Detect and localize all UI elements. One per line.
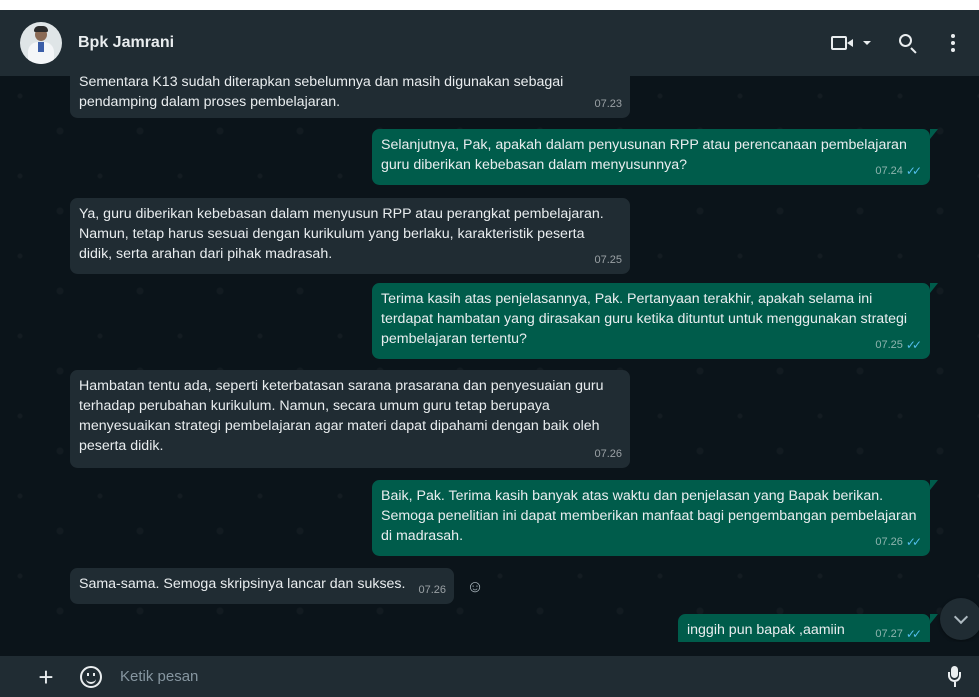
read-receipt-icon: ✓✓ bbox=[905, 338, 922, 352]
message-text: Sementara K13 sudah diterapkan sebelumny… bbox=[79, 76, 564, 110]
chevron-down-icon bbox=[953, 609, 969, 624]
message-composer: + bbox=[0, 656, 979, 697]
message-bubble[interactable]: Baik, Pak. Terima kasih banyak atas wakt… bbox=[372, 480, 938, 556]
message-bubble[interactable]: Selanjutnya, Pak, apakah dalam penyusuna… bbox=[372, 129, 938, 185]
message-text: Terima kasih atas penjelasannya, Pak. Pe… bbox=[381, 291, 908, 347]
microphone-icon[interactable] bbox=[947, 665, 961, 688]
message-bubble[interactable]: Hambatan tentu ada, seperti keterbatasan… bbox=[70, 370, 630, 468]
message-bubble[interactable]: Ya, guru diberikan kebebasan dalam menyu… bbox=[70, 198, 630, 274]
message-bubble[interactable]: Sama-sama. Semoga skripsinya lancar dan … bbox=[70, 568, 454, 604]
message-input[interactable] bbox=[120, 668, 947, 685]
message-time: 07.27 bbox=[875, 628, 903, 640]
react-emoji-icon[interactable]: ☺ bbox=[462, 574, 488, 600]
window-top-strip bbox=[0, 0, 979, 10]
message-text: Ya, guru diberikan kebebasan dalam menyu… bbox=[79, 206, 604, 262]
contact-avatar[interactable] bbox=[20, 22, 62, 64]
attach-plus-icon[interactable]: + bbox=[34, 664, 58, 690]
message-bubble[interactable]: Sementara K13 sudah diterapkan sebelumny… bbox=[70, 76, 630, 118]
message-time: 07.26 bbox=[594, 448, 622, 460]
message-text: Baik, Pak. Terima kasih banyak atas wakt… bbox=[381, 488, 917, 544]
video-call-icon[interactable] bbox=[831, 31, 871, 55]
message-list[interactable]: Sementara K13 sudah diterapkan sebelumny… bbox=[0, 76, 979, 642]
message-text: Selanjutnya, Pak, apakah dalam penyusuna… bbox=[381, 137, 907, 173]
message-time: 07.24 bbox=[875, 165, 903, 177]
chat-header: Bpk Jamrani bbox=[0, 10, 979, 76]
scroll-to-bottom-button[interactable] bbox=[940, 598, 979, 640]
read-receipt-icon: ✓✓ bbox=[905, 164, 922, 178]
message-time: 07.25 bbox=[875, 339, 903, 351]
message-text: Hambatan tentu ada, seperti keterbatasan… bbox=[79, 378, 604, 454]
message-time: 07.26 bbox=[875, 536, 903, 548]
contact-name[interactable]: Bpk Jamrani bbox=[78, 34, 813, 52]
search-icon[interactable] bbox=[897, 32, 919, 54]
message-time: 07.23 bbox=[594, 98, 622, 110]
message-time: 07.26 bbox=[418, 584, 446, 596]
message-time: 07.25 bbox=[594, 254, 622, 266]
sticker-icon[interactable] bbox=[80, 665, 102, 688]
message-bubble[interactable]: inggih pun bapak ,aamiin🤲 07.27✓✓ bbox=[678, 614, 938, 642]
read-receipt-icon: ✓✓ bbox=[905, 535, 922, 549]
read-receipt-icon: ✓✓ bbox=[905, 627, 922, 641]
menu-icon[interactable] bbox=[943, 32, 963, 54]
message-text: Sama-sama. Semoga skripsinya lancar dan … bbox=[79, 576, 406, 592]
message-bubble[interactable]: Terima kasih atas penjelasannya, Pak. Pe… bbox=[372, 283, 938, 359]
